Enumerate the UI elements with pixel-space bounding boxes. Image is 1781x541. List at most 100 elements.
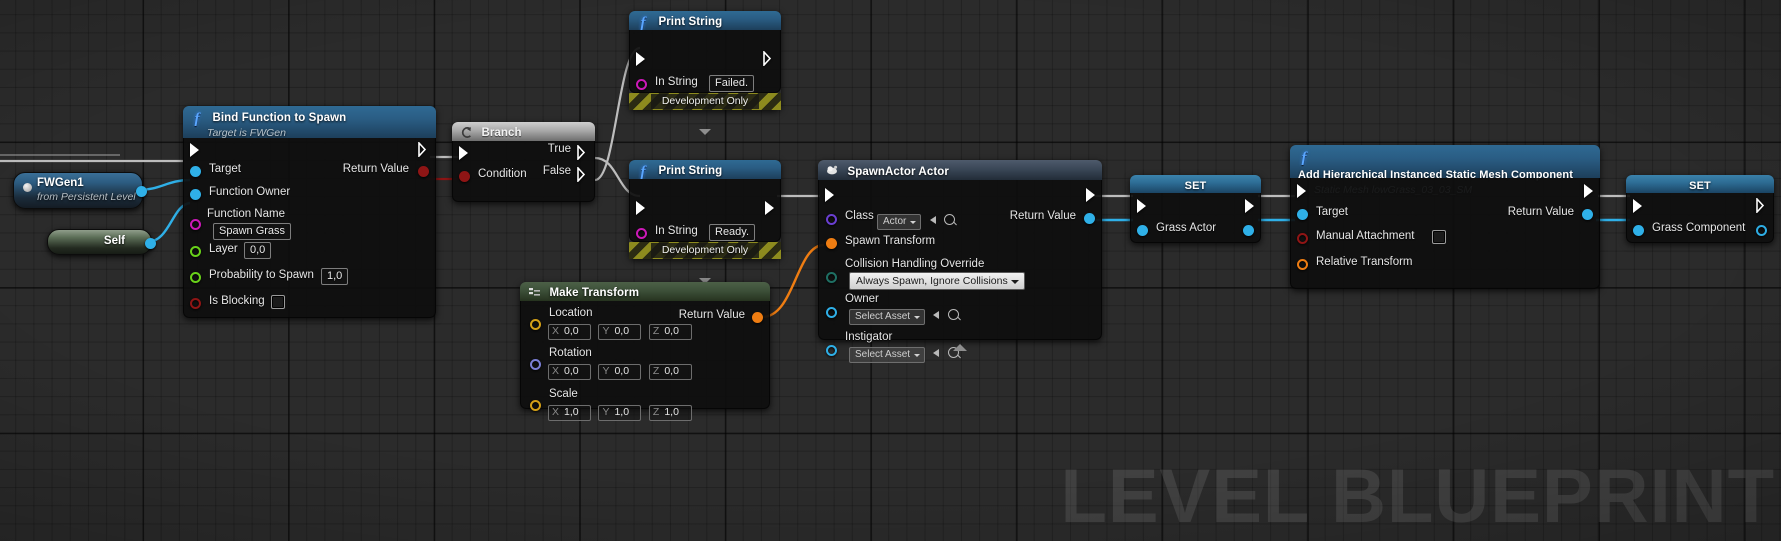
pin-make-transform-scale[interactable] [530,400,541,411]
input-scale-x[interactable]: X 1,0 [548,405,591,421]
node-branch[interactable]: Branch True Condition False [452,122,595,202]
checkbox-hism-manual-attachment[interactable] [1432,230,1446,244]
pin-hism-target[interactable] [1297,209,1308,220]
label-branch-condition: Condition [478,168,527,180]
fwgen-title: FWGen1 [37,177,84,189]
pin-set-grass-actor-value-in[interactable] [1137,225,1148,236]
pin-set-grass-actor-exec-out[interactable] [1245,199,1254,213]
pin-bind-function-owner[interactable] [190,189,201,200]
input-print-failed-string[interactable]: Failed. [709,75,755,92]
input-bind-function-name[interactable]: Spawn Grass [213,223,292,240]
spawn-actor-collapse-arrow[interactable] [953,344,967,351]
checkbox-bind-is-blocking[interactable] [271,295,285,309]
pin-make-transform-location[interactable] [530,319,541,330]
input-scale-z[interactable]: Z 1,0 [648,405,692,421]
pin-make-transform-rotation[interactable] [530,359,541,370]
input-rotation-y[interactable]: Y 0,0 [598,364,642,380]
magnifier-icon[interactable] [944,214,956,226]
pin-make-transform-return[interactable] [752,312,763,323]
make-transform-body: Return Value Location X 0,0 Y 0,0 Z 0,0 Rot… [520,301,770,421]
pin-spawn-collision[interactable] [826,272,837,283]
pin-bind-target[interactable] [190,166,201,177]
pin-fwgen-out[interactable] [136,186,147,197]
pin-hism-return[interactable] [1582,209,1593,220]
pin-branch-true-exec[interactable] [577,145,588,160]
branch-node-body: True Condition False [452,141,595,202]
label-set-grass-actor: Grass Actor [1156,222,1217,234]
pin-spawn-return[interactable] [1084,213,1095,224]
set-grass-component-body: Grass Component [1626,193,1774,243]
input-location-y[interactable]: Y 0,0 [598,324,642,340]
arrow-left-icon[interactable] [929,215,936,224]
select-spawn-class[interactable]: Actor [877,214,922,231]
pin-print-failed-exec-in[interactable] [636,52,645,66]
node-add-hism-component[interactable]: f Add Hierarchical Instanced Static Mesh… [1290,145,1600,289]
pin-bind-probability[interactable] [190,272,201,283]
pin-print-ready-in-string[interactable] [636,228,647,239]
node-set-grass-component[interactable]: SET Grass Component [1626,175,1774,243]
pin-hism-exec-in[interactable] [1297,184,1306,198]
pin-spawn-class[interactable] [826,214,837,225]
node-print-string-failed[interactable]: f Print String In String Failed. Develop… [629,11,781,135]
print-failed-collapse-arrow[interactable] [699,129,711,135]
label-spawn-class: Class [845,210,874,222]
pin-bind-return-value[interactable] [418,166,429,177]
pin-print-failed-exec-out[interactable] [763,51,774,66]
input-bind-probability[interactable]: 1,0 [321,268,349,285]
input-scale-y[interactable]: Y 1,0 [598,405,642,421]
input-rotation-x[interactable]: X 0,0 [548,364,591,380]
pin-branch-condition[interactable] [459,171,470,182]
pin-hism-relative-transform[interactable] [1297,259,1308,270]
node-print-string-ready[interactable]: f Print String In String Ready. Developm… [629,160,781,284]
pin-self-out[interactable] [145,238,156,249]
input-bind-layer[interactable]: 0,0 [244,242,272,259]
pin-set-grass-actor-exec-in[interactable] [1137,199,1146,213]
pin-spawn-instigator[interactable] [826,345,837,356]
select-spawn-owner[interactable]: Select Asset [849,309,926,326]
make-transform-title: Make Transform [549,286,640,299]
node-set-grass-actor[interactable]: SET Grass Actor [1130,175,1261,243]
pin-spawn-owner[interactable] [826,307,837,318]
spawn-owner-browse-icons[interactable] [933,306,959,324]
select-spawn-collision[interactable]: Always Spawn, Ignore Collisions [849,272,1025,290]
pin-set-grass-component-exec-in[interactable] [1633,199,1642,213]
pin-bind-exec-in[interactable] [190,143,199,157]
node-make-transform[interactable]: Make Transform Return Value Location X 0,… [520,282,770,421]
pin-hism-exec-out[interactable] [1584,184,1593,198]
pin-hism-manual-attachment[interactable] [1297,233,1308,244]
pin-print-failed-in-string[interactable] [636,79,647,90]
select-spawn-instigator[interactable]: Select Asset [849,347,926,364]
make-struct-icon [528,286,541,299]
pin-bind-is-blocking[interactable] [190,298,201,309]
pin-set-grass-component-value-out[interactable] [1756,225,1767,236]
bind-node-body: Target Return Value Function Owner Funct… [183,138,436,318]
pin-set-grass-component-value-in[interactable] [1633,225,1644,236]
input-rotation-z[interactable]: Z 0,0 [648,364,692,380]
pin-branch-exec-in[interactable] [459,146,468,160]
blueprint-canvas[interactable]: FWGen1 from Persistent Level Self f Bind… [0,0,1781,541]
input-location-x[interactable]: X 0,0 [548,324,591,340]
pin-spawn-transform[interactable] [826,238,837,249]
node-fwgen-variable[interactable]: FWGen1 from Persistent Level [13,172,147,209]
node-self[interactable]: Self [47,229,156,255]
pin-bind-layer[interactable] [190,246,201,257]
label-hism-target: Target [1316,206,1348,218]
pin-bind-exec-out[interactable] [418,142,429,157]
magnifier-icon[interactable] [947,309,959,321]
arrow-left-icon[interactable] [933,310,940,319]
pin-spawn-exec-in[interactable] [825,188,834,202]
pin-set-grass-actor-value-out[interactable] [1243,225,1254,236]
input-location-z[interactable]: Z 0,0 [648,324,692,340]
node-bind-function-to-spawn[interactable]: f Bind Function to Spawn Target is FWGen… [183,106,436,318]
pin-spawn-exec-out[interactable] [1086,188,1095,202]
print-ready-body: In String Ready. [629,179,781,242]
pin-print-ready-exec-in[interactable] [636,201,645,215]
arrow-left-icon[interactable] [933,348,940,357]
pin-bind-function-name[interactable] [190,219,201,230]
spawn-class-browse-icons[interactable] [929,211,956,229]
pin-set-grass-component-exec-out[interactable] [1756,198,1767,213]
pin-branch-false-exec[interactable] [577,167,588,182]
node-spawn-actor[interactable]: SpawnActor Actor Class Actor Return Valu… [818,160,1102,364]
pin-print-ready-exec-out[interactable] [765,201,774,215]
input-print-ready-string[interactable]: Ready. [709,224,756,241]
